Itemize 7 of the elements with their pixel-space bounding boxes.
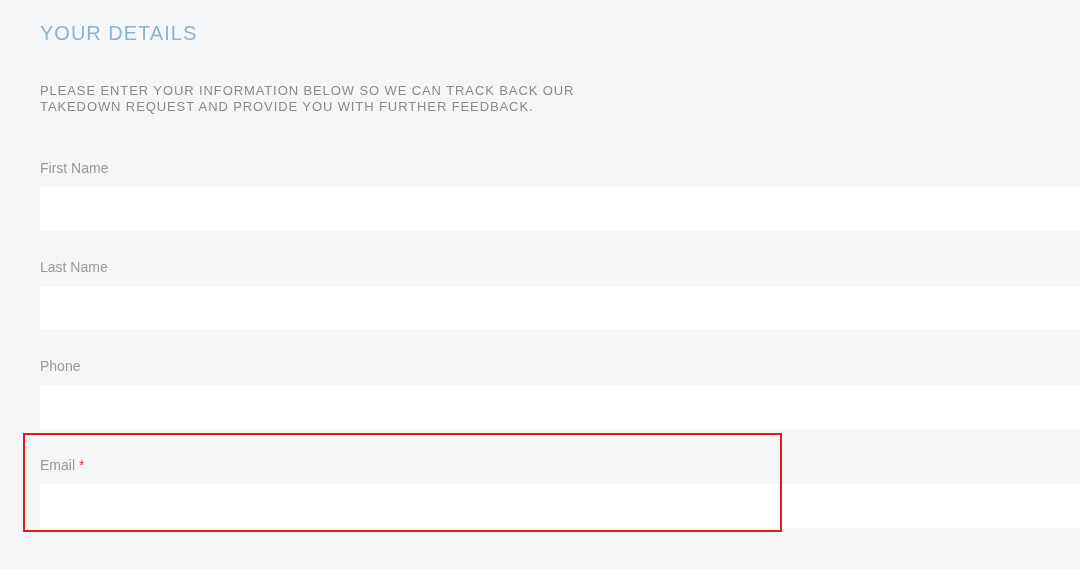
field-label: First Name [40, 159, 109, 178]
input-field[interactable] [40, 484, 1080, 528]
field-label: Last Name [40, 258, 108, 277]
field-label: Email * [40, 456, 85, 475]
instructions-text: PLEASE ENTER YOUR INFORMATION BELOW SO WE CAN TRACK BACK OUR TAKEDOWN REQUEST AND PROVIDE YOU WITH FURTHER FEEDBACK. [40, 83, 575, 114]
section-heading: YOUR DETAILS [40, 22, 198, 45]
field-label: Phone [40, 357, 81, 376]
